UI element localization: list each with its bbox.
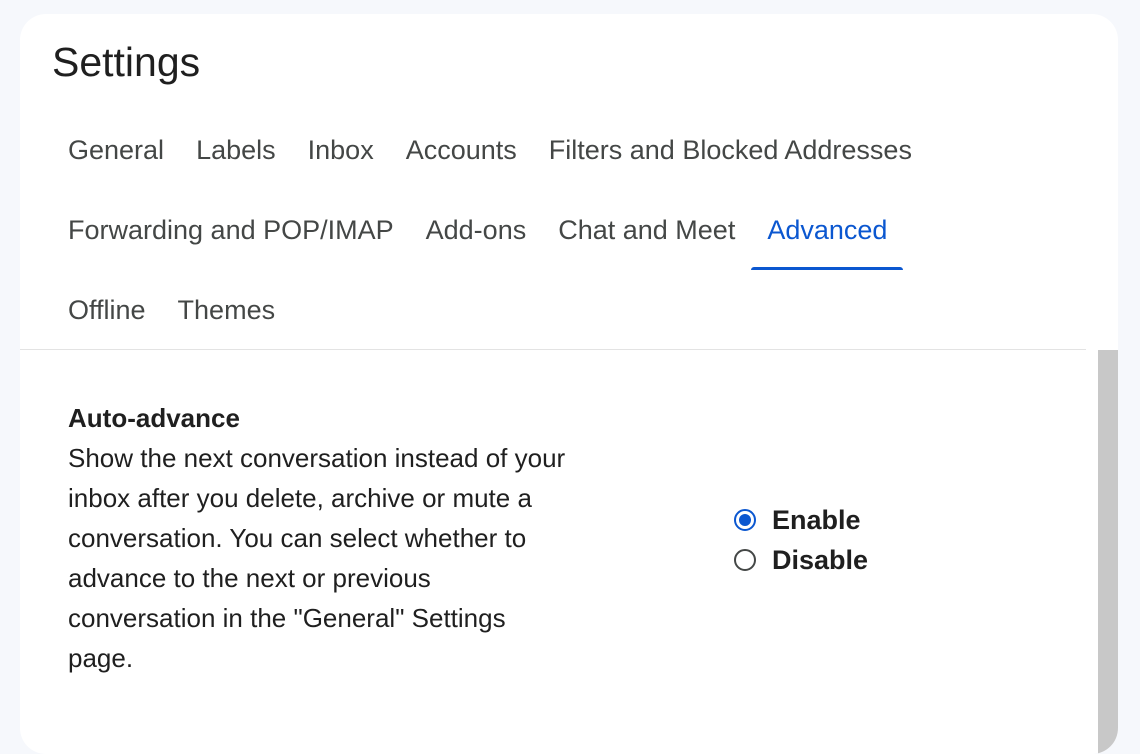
disable-radio[interactable]: [734, 549, 756, 571]
enable-label[interactable]: Enable: [772, 505, 861, 536]
tab-accounts[interactable]: Accounts: [390, 110, 533, 190]
tabs-divider: [20, 349, 1086, 350]
tab-advanced[interactable]: Advanced: [751, 190, 904, 270]
tab-chat-and-meet[interactable]: Chat and Meet: [542, 190, 751, 270]
disable-option[interactable]: Disable: [734, 540, 868, 580]
scrollbar-thumb[interactable]: [1098, 350, 1118, 754]
enable-radio[interactable]: [734, 509, 756, 531]
auto-advance-options: Enable Disable: [734, 500, 868, 580]
tab-themes[interactable]: Themes: [162, 270, 292, 350]
tab-forwarding-and-pop-imap[interactable]: Forwarding and POP/IMAP: [52, 190, 410, 270]
tab-add-ons[interactable]: Add-ons: [410, 190, 543, 270]
tab-labels[interactable]: Labels: [180, 110, 292, 190]
tab-inbox[interactable]: Inbox: [292, 110, 390, 190]
settings-panel: Settings General Labels Inbox Accounts F…: [20, 14, 1118, 754]
enable-option[interactable]: Enable: [734, 500, 868, 540]
tab-filters-and-blocked-addresses[interactable]: Filters and Blocked Addresses: [533, 110, 928, 190]
tab-row-2: Forwarding and POP/IMAP Add-ons Chat and…: [52, 190, 1092, 270]
auto-advance-description: Show the next conversation instead of yo…: [68, 443, 566, 673]
tab-general[interactable]: General: [52, 110, 180, 190]
page-title: Settings: [52, 39, 201, 85]
disable-label[interactable]: Disable: [772, 545, 868, 576]
tab-offline[interactable]: Offline: [52, 270, 162, 350]
tab-row-3: Offline Themes: [52, 270, 1092, 350]
tab-row-1: General Labels Inbox Accounts Filters an…: [52, 110, 1092, 190]
auto-advance-title: Auto-advance: [68, 403, 240, 433]
settings-tabs: General Labels Inbox Accounts Filters an…: [52, 110, 1092, 350]
